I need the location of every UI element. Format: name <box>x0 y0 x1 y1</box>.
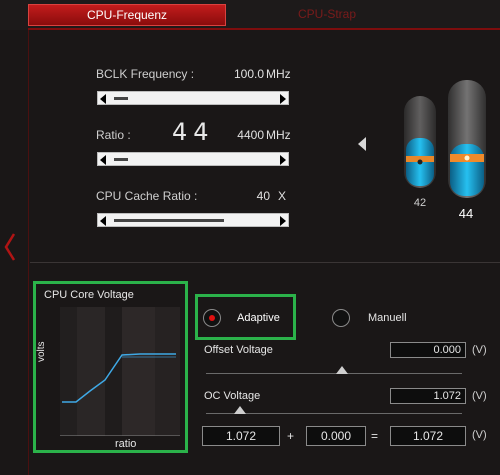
arrow-right-icon[interactable] <box>280 155 286 165</box>
manual-radio[interactable] <box>332 309 350 327</box>
adaptive-radio[interactable] <box>203 309 221 327</box>
oc-voltage-thumb[interactable] <box>234 406 246 414</box>
gauge-left-label: 42 <box>413 197 427 209</box>
oc-voltage-field[interactable]: 1.072 <box>390 388 466 404</box>
arrow-left-icon[interactable] <box>100 216 106 226</box>
chart-title: CPU Core Voltage <box>44 289 134 301</box>
offset-field[interactable]: 0.000 <box>306 426 366 446</box>
ratio-label: Ratio : <box>96 128 131 142</box>
left-border <box>28 30 29 475</box>
result-voltage-field: 1.072 <box>390 426 466 446</box>
radio-selected-dot <box>209 315 215 321</box>
offset-voltage-label: Offset Voltage <box>204 344 273 356</box>
ratio-frequency: 4400 <box>237 128 264 142</box>
cache-ratio-unit: X <box>278 189 287 203</box>
voltage-curve-chart <box>60 307 180 436</box>
slider-thumb[interactable] <box>114 219 224 222</box>
ratio-unit: MHz <box>266 128 291 142</box>
arrow-left-icon[interactable] <box>100 155 106 165</box>
base-voltage-field[interactable]: 1.072 <box>202 426 280 446</box>
cache-ratio-label: CPU Cache Ratio : <box>96 189 198 203</box>
tab-cpu-strap[interactable]: CPU-Strap <box>228 4 426 26</box>
equals-sign: = <box>371 429 379 443</box>
offset-voltage-track[interactable] <box>206 373 462 374</box>
oc-voltage-label: OC Voltage <box>204 390 261 402</box>
gauge-left <box>404 96 436 188</box>
ratio-slider[interactable] <box>97 152 289 166</box>
tab-cpu-frequenz[interactable]: CPU-Frequenz <box>28 4 226 26</box>
arrow-right-icon[interactable] <box>280 94 286 104</box>
chart-x-label: ratio <box>115 438 137 450</box>
cache-ratio-slider[interactable] <box>97 213 289 227</box>
offset-voltage-unit: (V) <box>472 344 487 356</box>
ratio-big-value: 44 <box>172 118 215 146</box>
bclk-slider[interactable] <box>97 91 289 105</box>
offset-voltage-thumb[interactable] <box>336 366 348 374</box>
arrow-right-icon[interactable] <box>280 216 286 226</box>
bclk-label: BCLK Frequency : <box>96 67 195 81</box>
tab-underline <box>28 28 500 30</box>
slider-thumb[interactable] <box>114 97 128 100</box>
slider-thumb[interactable] <box>114 158 128 161</box>
section-divider <box>30 262 500 263</box>
adaptive-label[interactable]: Adaptive <box>237 312 280 324</box>
result-unit: (V) <box>472 429 487 441</box>
manual-label[interactable]: Manuell <box>368 312 407 324</box>
plus-sign: + <box>287 429 295 443</box>
oc-voltage-unit: (V) <box>472 390 487 402</box>
cache-ratio-value: 40 <box>256 189 270 203</box>
bclk-unit: MHz <box>266 67 291 81</box>
bclk-value: 100.0 <box>233 67 264 81</box>
arrow-left-icon[interactable] <box>100 94 106 104</box>
gauge-right <box>448 80 486 198</box>
chart-y-label: volts <box>36 341 47 362</box>
offset-voltage-field[interactable]: 0.000 <box>390 342 466 358</box>
chevron-left-icon[interactable] <box>3 232 17 262</box>
triangle-left-icon[interactable] <box>357 137 367 151</box>
gauge-right-label: 44 <box>458 206 474 221</box>
